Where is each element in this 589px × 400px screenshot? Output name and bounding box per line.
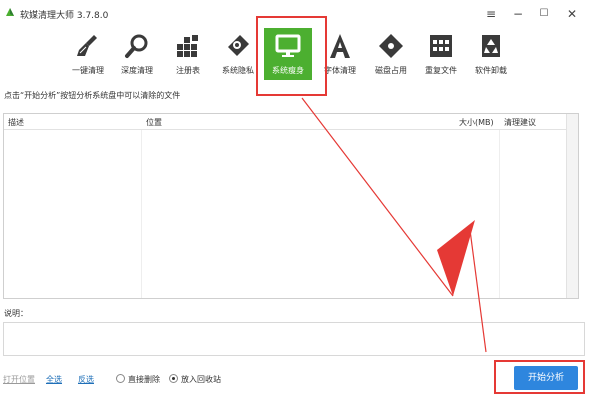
menu-button[interactable]: ≡ [479, 4, 503, 24]
radio-label: 放入回收站 [181, 375, 221, 384]
tool-uninstall[interactable]: 软件卸载 [467, 28, 515, 80]
open-location-link[interactable]: 打开位置 [3, 374, 35, 385]
tool-font-clean[interactable]: 字体清理 [316, 28, 364, 80]
start-analysis-button[interactable]: 开始分析 [514, 366, 578, 390]
column-divider [141, 130, 142, 298]
radio-label: 直接删除 [128, 375, 160, 384]
tool-label: 软件卸载 [475, 66, 507, 75]
tool-label: 系统瘦身 [272, 66, 304, 75]
column-header-location[interactable]: 位置 [146, 117, 162, 128]
privacy-eraser-icon [228, 35, 249, 56]
window-title: 软媒清理大师 3.7.8.0 [20, 11, 109, 21]
tool-disk-usage[interactable]: 磁盘占用 [367, 28, 415, 80]
column-header-description[interactable]: 描述 [8, 117, 24, 128]
magnifier-icon [125, 34, 148, 58]
column-header-suggestion[interactable]: 清理建议 [504, 117, 536, 128]
maximize-button[interactable]: ☐ [532, 4, 556, 24]
main-toolbar: 一键清理 深度清理 注册表 系统隐私 系统瘦身 字体清理 磁盘占用 重复文件 软… [0, 28, 589, 80]
close-button[interactable]: ✕ [560, 4, 584, 24]
description-label: 说明： [4, 309, 28, 318]
radio-indicator [116, 374, 125, 383]
table-header: 描述 位置 大小(MB) 清理建议 [4, 114, 578, 130]
radio-indicator-selected [169, 374, 178, 383]
duplicate-files-icon [430, 35, 452, 57]
minimize-button[interactable]: − [506, 4, 530, 24]
select-all-link[interactable]: 全选 [46, 374, 62, 385]
results-table: 描述 位置 大小(MB) 清理建议 [3, 113, 579, 299]
column-divider [499, 130, 500, 298]
hint-text: 点击“开始分析”按钮分析系统盘中可以清除的文件 [4, 91, 181, 100]
tool-one-click-clean[interactable]: 一键清理 [64, 28, 112, 80]
column-header-size[interactable]: 大小(MB) [459, 117, 494, 128]
description-box [3, 322, 585, 356]
table-scrollbar[interactable] [566, 114, 578, 298]
broom-icon [77, 35, 97, 56]
app-logo-icon [6, 8, 14, 16]
bottom-bar: 打开位置 全选 反选 直接删除 放入回收站 [0, 370, 589, 390]
title-bar: 软媒清理大师 3.7.8.0 ≡ − ☐ ✕ [0, 0, 589, 28]
invert-selection-link[interactable]: 反选 [78, 374, 94, 385]
recycle-icon [482, 35, 500, 57]
tool-deep-clean[interactable]: 深度清理 [113, 28, 161, 80]
tool-registry[interactable]: 注册表 [164, 28, 212, 80]
font-a-icon [330, 34, 350, 58]
disk-tag-icon [379, 34, 403, 58]
tool-system-slim[interactable]: 系统瘦身 [264, 28, 312, 80]
tool-system-privacy[interactable]: 系统隐私 [214, 28, 262, 80]
registry-blocks-icon [177, 35, 198, 57]
monitor-icon [275, 34, 301, 57]
tool-duplicate-files[interactable]: 重复文件 [417, 28, 465, 80]
